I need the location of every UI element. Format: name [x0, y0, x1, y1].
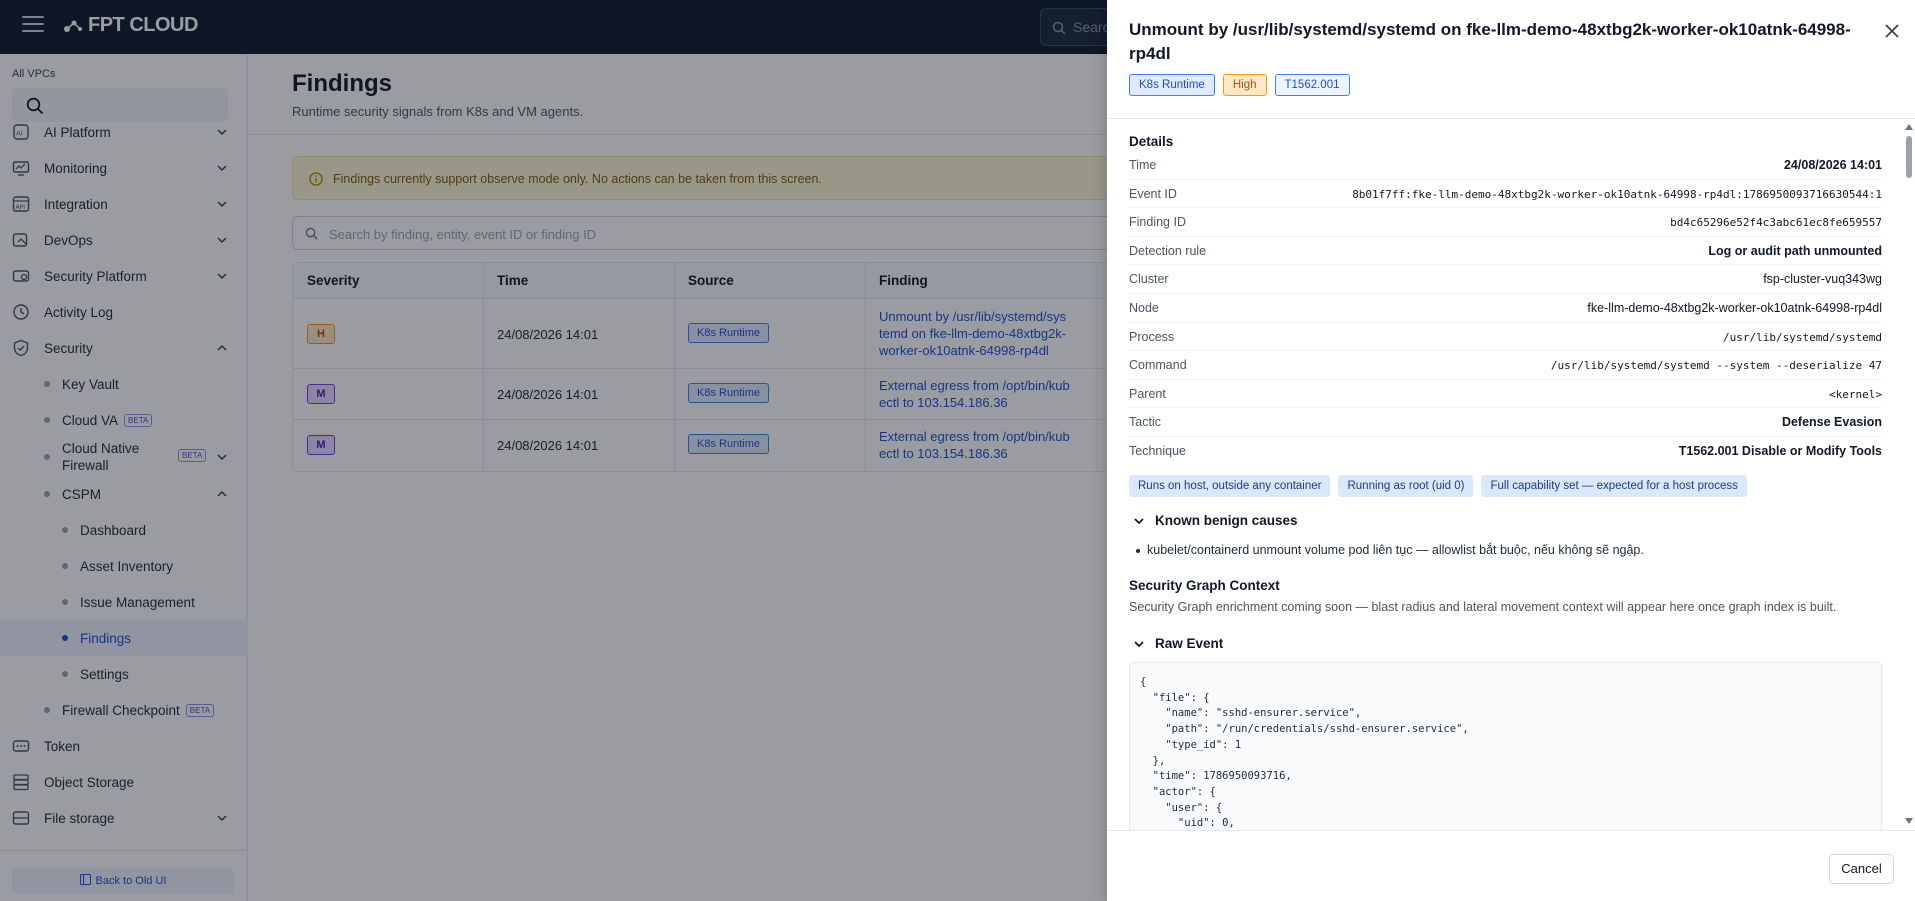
- detail-key: Node: [1129, 301, 1159, 315]
- detail-value: T1562.001 Disable or Modify Tools: [1678, 444, 1882, 458]
- scroll-down-icon[interactable]: [1905, 818, 1913, 824]
- technique-tag: T1562.001: [1274, 74, 1350, 96]
- detail-value: fke-llm-demo-48xtbg2k-worker-ok10atnk-64…: [1587, 301, 1882, 315]
- detail-row-technique: Technique T1562.001 Disable or Modify To…: [1129, 437, 1882, 466]
- detail-key: Detection rule: [1129, 243, 1207, 258]
- raw-event-code[interactable]: { "file": { "name": "sshd-ensurer.servic…: [1129, 662, 1882, 830]
- detail-value: bd4c65296e52f4c3abc61ec8fe659557: [1670, 216, 1882, 230]
- source-tag: K8s Runtime: [1129, 74, 1215, 96]
- divider: [1107, 830, 1915, 831]
- modal-backdrop[interactable]: [0, 0, 1107, 901]
- detail-row-event-id: Event ID 8b01f7ff:fke-llm-demo-48xtbg2k-…: [1129, 180, 1882, 209]
- drawer-tags: K8s Runtime High T1562.001: [1129, 74, 1350, 96]
- detail-value: 24/08/2026 14:01: [1783, 158, 1882, 172]
- context-chips: Runs on host, outside any container Runn…: [1129, 475, 1747, 497]
- drawer-body: Details Time 24/08/2026 14:01 Event ID 8…: [1107, 119, 1915, 830]
- detail-row-detection-rule: Detection rule Log or audit path unmount…: [1129, 237, 1882, 266]
- detail-row-process: Process /usr/lib/systemd/systemd: [1129, 323, 1882, 352]
- benign-causes-title: Known benign causes: [1155, 513, 1298, 528]
- close-icon[interactable]: [1883, 22, 1901, 40]
- detail-key: Cluster: [1129, 272, 1169, 287]
- detail-value: Defense Evasion: [1781, 415, 1882, 430]
- severity-tag: High: [1222, 74, 1267, 96]
- detail-key: Technique: [1129, 444, 1186, 458]
- detail-value: /usr/lib/systemd/systemd: [1723, 330, 1882, 344]
- detail-row-finding-id: Finding ID bd4c65296e52f4c3abc61ec8fe659…: [1129, 208, 1882, 237]
- chevron-down-icon: [1134, 517, 1144, 524]
- detail-row-node: Node fke-llm-demo-48xtbg2k-worker-ok10at…: [1129, 294, 1882, 323]
- scroll-up-icon[interactable]: [1905, 124, 1913, 130]
- scrollbar[interactable]: [1905, 124, 1913, 824]
- detail-key: Event ID: [1129, 186, 1177, 201]
- raw-event-toggle[interactable]: Raw Event: [1133, 636, 1223, 651]
- detail-value: 8b01f7ff:fke-llm-demo-48xtbg2k-worker-ok…: [1352, 187, 1882, 201]
- detail-key: Time: [1129, 158, 1157, 172]
- detail-row-parent: Parent <kernel>: [1129, 380, 1882, 409]
- raw-event-title: Raw Event: [1155, 636, 1224, 651]
- graph-context-text: Security Graph enrichment coming soon — …: [1129, 600, 1837, 614]
- details-title: Details: [1129, 134, 1174, 149]
- benign-causes-toggle[interactable]: Known benign causes: [1133, 513, 1298, 528]
- raw-event-json: { "file": { "name": "sshd-ensurer.servic…: [1140, 676, 1469, 830]
- detail-key: Process: [1129, 329, 1175, 344]
- context-chip: Runs on host, outside any container: [1129, 475, 1331, 497]
- finding-detail-drawer: Unmount by /usr/lib/systemd/systemd on f…: [1107, 0, 1915, 901]
- benign-cause-item: kubelet/containerd unmount volume pod li…: [1136, 543, 1644, 557]
- detail-row-cluster: Cluster fsp-cluster-vuq343wg: [1129, 265, 1882, 294]
- detail-row-tactic: Tactic Defense Evasion: [1129, 408, 1882, 437]
- detail-key: Parent: [1129, 386, 1166, 401]
- chevron-down-icon: [1134, 640, 1144, 647]
- context-chip: Full capability set — expected for a hos…: [1481, 475, 1747, 497]
- drawer-title: Unmount by /usr/lib/systemd/systemd on f…: [1129, 20, 1851, 63]
- detail-value: Log or audit path unmounted: [1708, 243, 1882, 258]
- detail-value: fsp-cluster-vuq343wg: [1763, 272, 1882, 287]
- scroll-thumb[interactable]: [1906, 136, 1912, 178]
- detail-value: <kernel>: [1829, 387, 1882, 401]
- detail-row-command: Command /usr/lib/systemd/systemd --syste…: [1129, 351, 1882, 380]
- cancel-button[interactable]: Cancel: [1829, 854, 1894, 884]
- context-chip: Running as root (uid 0): [1338, 475, 1474, 497]
- detail-key: Command: [1129, 358, 1187, 373]
- detail-row-time: Time 24/08/2026 14:01: [1129, 151, 1882, 180]
- graph-context-title: Security Graph Context: [1129, 578, 1280, 593]
- detail-key: Finding ID: [1129, 215, 1186, 230]
- detail-key: Tactic: [1129, 415, 1161, 430]
- detail-value: /usr/lib/systemd/systemd --system --dese…: [1550, 359, 1882, 373]
